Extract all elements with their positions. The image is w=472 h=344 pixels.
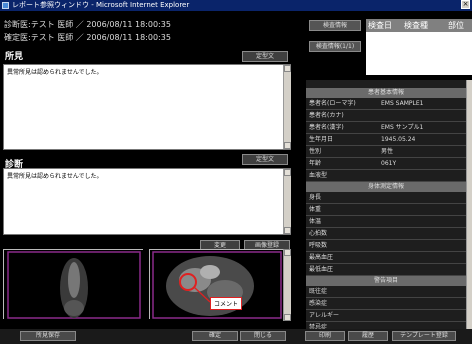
diagnosis-template-button[interactable]: 定型文: [242, 154, 288, 165]
patient-row: 患者名(ローマ字) EMS SAMPLE1: [306, 98, 466, 110]
body-row: 最低血圧: [306, 264, 466, 276]
template-register-button[interactable]: テンプレート登録: [392, 331, 456, 341]
caution-row: 感染症: [306, 298, 466, 310]
mri-image-1: [4, 250, 144, 320]
patient-info-panel: 検査情報 検査情報(1/1) 検査日 検査種 部位 患者基本情報 患者名(ローマ…: [306, 11, 472, 334]
print-button[interactable]: 印刷: [305, 331, 345, 341]
ie-window-icon: [2, 2, 9, 9]
key-image-1[interactable]: [3, 249, 144, 320]
findings-template-button[interactable]: 定型文: [242, 51, 288, 62]
close-button[interactable]: 閉じる: [240, 331, 286, 341]
diagnosis-textarea[interactable]: 異常所見は認められませんでした。: [3, 168, 291, 235]
scroll-down-icon[interactable]: [284, 314, 291, 321]
diagnosis-scrollbar[interactable]: [283, 169, 291, 234]
diagnosis-text: 異常所見は認められませんでした。: [7, 173, 103, 180]
close-icon[interactable]: ×: [461, 0, 470, 9]
scroll-down-icon[interactable]: [284, 227, 291, 234]
findings-label: 所見: [5, 52, 24, 62]
report-left-panel: 診断医:テスト 医師 ／ 2006/08/11 18:00:35 確定医:テスト…: [0, 11, 306, 334]
col-exam-type: 検査種: [404, 21, 428, 30]
save-findings-button[interactable]: 所見保存: [20, 331, 76, 341]
findings-scrollbar[interactable]: [283, 65, 291, 149]
body-measure-header: 身体測定情報: [306, 182, 466, 192]
body-row: 体重: [306, 204, 466, 216]
patient-row: 性別 男性: [306, 146, 466, 158]
findings-textarea[interactable]: 異常所見は認められませんでした。: [3, 64, 291, 150]
patient-row: 患者名(カナ): [306, 110, 466, 122]
patient-row: 生年月日 1945.05.24: [306, 134, 466, 146]
info-scrollbar[interactable]: [466, 80, 472, 332]
exam-info-page-button[interactable]: 検査情報(1/1): [309, 41, 361, 52]
key-image-2[interactable]: コメント: [149, 249, 284, 320]
body-row: 身長: [306, 192, 466, 204]
col-part: 部位: [448, 21, 464, 30]
scroll-up-icon[interactable]: [284, 65, 291, 72]
patient-row: 年齢 061Y: [306, 158, 466, 170]
window-titlebar: レポート参照ウィンドウ - Microsoft Internet Explore…: [0, 0, 472, 11]
patient-row: 患者名(漢字) EMS サンプル1: [306, 122, 466, 134]
image-scrollbar[interactable]: [283, 249, 291, 321]
window-title: レポート参照ウィンドウ - Microsoft Internet Explore…: [12, 1, 190, 9]
body-row: 最高血圧: [306, 252, 466, 264]
scroll-up-icon[interactable]: [284, 249, 291, 256]
exam-info-button[interactable]: 検査情報: [309, 20, 361, 31]
col-exam-date: 検査日: [368, 21, 392, 30]
caution-row: 既往症: [306, 286, 466, 298]
scroll-up-icon[interactable]: [284, 169, 291, 176]
caution-header: 警告項目: [306, 276, 466, 286]
body-row: 体温: [306, 216, 466, 228]
history-button[interactable]: 履歴: [348, 331, 388, 341]
scroll-down-icon[interactable]: [284, 142, 291, 149]
body-row: 心拍数: [306, 228, 466, 240]
caution-row: アレルギー: [306, 310, 466, 322]
image-annotation-label[interactable]: コメント: [210, 297, 243, 310]
confirm-doctor-line: 確定医:テスト 医師 ／ 2006/08/11 18:00:35: [4, 33, 171, 42]
exam-list-table[interactable]: 検査日 検査種 部位: [366, 19, 472, 75]
patient-row: 血液型: [306, 170, 466, 182]
diagnosis-doctor-line: 診断医:テスト 医師 ／ 2006/08/11 18:00:35: [4, 20, 171, 29]
body-row: 呼吸数: [306, 240, 466, 252]
findings-text: 異常所見は認められませんでした。: [7, 69, 103, 76]
confirm-button[interactable]: 確定: [192, 331, 238, 341]
patient-basic-header: 患者基本情報: [306, 88, 466, 98]
